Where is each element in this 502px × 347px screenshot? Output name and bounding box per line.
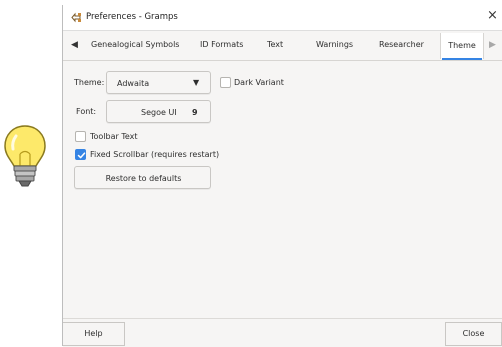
fixed-scrollbar-checkbox[interactable] — [75, 149, 86, 160]
tab-warnings[interactable]: Warnings — [316, 40, 353, 49]
dialog-footer: Help Close — [63, 318, 502, 347]
tab-text[interactable]: Text — [267, 40, 283, 49]
chevron-right-icon[interactable]: ▶ — [489, 40, 496, 50]
tab-theme[interactable]: Theme — [440, 33, 484, 59]
dark-variant-checkbox[interactable] — [220, 77, 231, 88]
restore-defaults-button[interactable]: Restore to defaults — [74, 166, 211, 189]
dark-variant-label: Dark Variant — [234, 78, 284, 87]
checkmark-icon — [77, 152, 86, 159]
preferences-dialog: Preferences - Gramps × ◀ Genealogical Sy… — [62, 5, 502, 347]
tab-bar: ◀ Genealogical Symbols ID Formats Text W… — [63, 31, 502, 61]
chevron-left-icon[interactable]: ◀ — [71, 40, 78, 50]
theme-dropdown[interactable]: Adwaita ▼ — [106, 71, 211, 94]
close-button[interactable]: Close — [445, 322, 502, 346]
font-label: Font: — [76, 107, 97, 116]
fixed-scrollbar-label: Fixed Scrollbar (requires restart) — [90, 150, 220, 159]
toolbar-text-checkbox[interactable] — [75, 131, 86, 142]
help-button[interactable]: Help — [63, 322, 125, 346]
font-size: 9 — [192, 108, 198, 117]
active-tab-indicator — [442, 58, 482, 60]
font-name: Segoe UI — [141, 108, 177, 117]
close-icon[interactable]: × — [487, 8, 498, 23]
font-chooser-button[interactable]: Segoe UI 9 — [106, 100, 211, 123]
toolbar-text-label: Toolbar Text — [90, 132, 138, 141]
tab-id-formats[interactable]: ID Formats — [200, 40, 243, 49]
theme-settings-panel: Theme: Adwaita ▼ Dark Variant Font: Sego… — [63, 61, 502, 318]
theme-value: Adwaita — [117, 79, 150, 88]
lightbulb-icon — [4, 125, 46, 187]
gramps-app-icon — [71, 12, 81, 23]
title-bar: Preferences - Gramps × — [63, 5, 502, 31]
theme-label: Theme: — [74, 78, 105, 87]
restore-defaults-label: Restore to defaults — [105, 174, 182, 183]
tab-genealogical-symbols[interactable]: Genealogical Symbols — [91, 40, 179, 49]
tab-researcher[interactable]: Researcher — [379, 40, 424, 49]
window-title: Preferences - Gramps — [86, 12, 178, 22]
dropdown-arrow-icon: ▼ — [193, 78, 200, 87]
